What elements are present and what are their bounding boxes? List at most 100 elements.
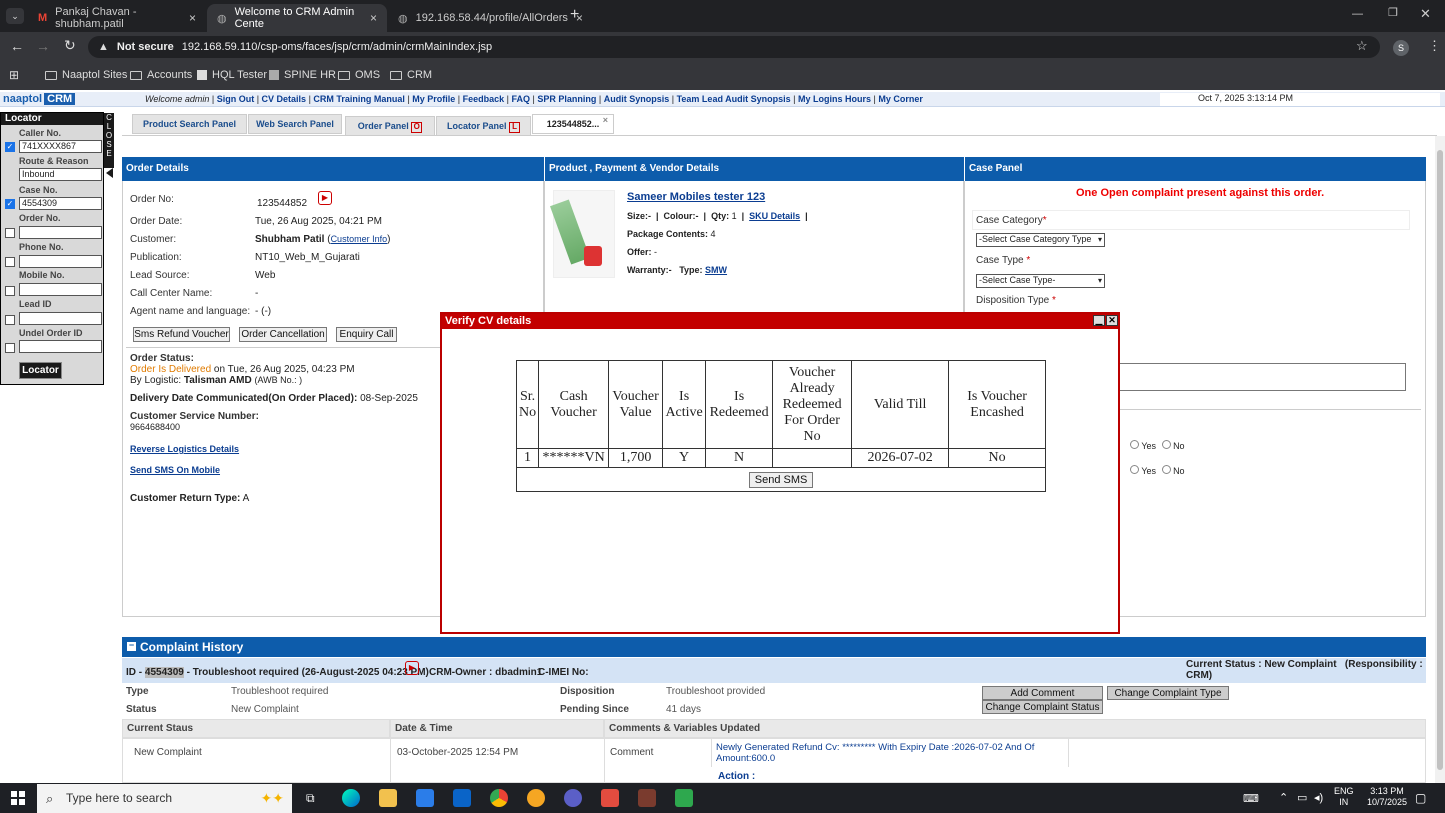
file-explorer-icon[interactable] <box>379 789 397 807</box>
system-clock[interactable]: 3:13 PM 10/7/2025 <box>1362 786 1412 808</box>
tab-order-123544852[interactable]: 123544852... × <box>532 114 614 134</box>
complaint-history-header[interactable]: − Complaint History <box>122 637 1426 657</box>
bookmark-spine-hr[interactable]: SPINE HR <box>269 69 336 81</box>
bookmark-accounts[interactable]: Accounts <box>130 69 192 81</box>
undel-order-id-checkbox[interactable] <box>5 343 15 353</box>
nav-sign-out[interactable]: Sign Out <box>217 94 255 104</box>
app-icon[interactable] <box>601 789 619 807</box>
network-icon[interactable]: ▭ <box>1297 791 1307 804</box>
order-cancellation-button[interactable]: Order Cancellation <box>239 327 327 342</box>
reload-icon[interactable]: ↻ <box>64 37 76 54</box>
nav-spr-planning[interactable]: SPR Planning <box>537 94 596 104</box>
mobile-no-checkbox[interactable] <box>5 286 15 296</box>
task-view-icon[interactable]: ⧉ <box>306 791 315 806</box>
radio-no[interactable] <box>1161 465 1171 474</box>
caller-no-checkbox[interactable]: ✓ <box>5 142 15 152</box>
tab-locator-panel[interactable]: Locator Panel L <box>436 116 531 136</box>
case-no-checkbox[interactable]: ✓ <box>5 199 15 209</box>
dialog-close-icon[interactable]: ✕ <box>1106 315 1118 326</box>
sku-details-link[interactable]: SKU Details <box>749 211 800 221</box>
minimize-icon[interactable]: — <box>1352 8 1363 20</box>
app-icon[interactable] <box>638 789 656 807</box>
close-window-icon[interactable]: ✕ <box>1420 6 1431 22</box>
windows-start-icon[interactable] <box>11 791 25 805</box>
store-icon[interactable] <box>416 789 434 807</box>
undel-order-id-input[interactable] <box>19 340 102 353</box>
nav-crm-training-manual[interactable]: CRM Training Manual <box>313 94 405 104</box>
language-indicator[interactable]: ENG IN <box>1334 786 1354 808</box>
chevron-up-icon[interactable]: ⌃ <box>1279 791 1288 804</box>
dialog-minimize-icon[interactable]: ▁ <box>1093 315 1105 326</box>
case-no-input[interactable]: 4554309 <box>19 197 102 210</box>
phone-no-input[interactable] <box>19 255 102 268</box>
volume-icon[interactable]: ◂) <box>1314 791 1323 804</box>
nav-my-logins-hours[interactable]: My Logins Hours <box>798 94 871 104</box>
tab-order-panel[interactable]: Order Panel O <box>345 116 435 136</box>
nav-my-profile[interactable]: My Profile <box>412 94 455 104</box>
close-icon[interactable]: × <box>189 11 196 25</box>
back-icon[interactable]: ← <box>10 38 24 54</box>
tab-web-search-panel[interactable]: Web Search Panel <box>248 114 342 134</box>
nav-cv-details[interactable]: CV Details <box>262 94 307 104</box>
close-icon[interactable]: × <box>370 11 377 25</box>
locator-close-bar[interactable]: C L O S E <box>104 113 114 168</box>
mobile-no-input[interactable] <box>19 283 102 296</box>
edge-icon[interactable] <box>342 789 360 807</box>
change-complaint-status-button[interactable]: Change Complaint Status <box>982 700 1103 714</box>
send-sms-button[interactable]: Send SMS <box>748 471 814 488</box>
customer-info-link[interactable]: Customer Info <box>331 234 388 244</box>
tab-close-icon[interactable]: × <box>603 111 608 129</box>
url-field[interactable]: ▲ Not secure 192.168.59.110/csp-oms/face… <box>88 36 1380 58</box>
reverse-logistics-link[interactable]: Reverse Logistics Details <box>130 444 239 454</box>
enquiry-call-button[interactable]: Enquiry Call <box>336 327 397 342</box>
tab-search-icon[interactable]: ⌄ <box>6 8 24 24</box>
browser-tab-crm[interactable]: ◍ Welcome to CRM Admin Cente × <box>207 4 387 32</box>
collapse-icon[interactable]: − <box>127 641 136 651</box>
bookmark-oms[interactable]: OMS <box>338 69 380 81</box>
order-no-checkbox[interactable] <box>5 228 15 238</box>
browser-tab-gmail[interactable]: M Pankaj Chavan - shubham.patil × <box>28 4 206 32</box>
nav-faq[interactable]: FAQ <box>512 94 531 104</box>
complaint-play-icon[interactable]: ▶ <box>405 661 419 675</box>
caller-no-input[interactable]: 741XXXX867 <box>19 140 102 153</box>
notification-icon[interactable]: ▢ <box>1415 791 1426 805</box>
phone-no-checkbox[interactable] <box>5 257 15 267</box>
case-textarea[interactable] <box>1118 363 1406 391</box>
taskbar-search-box[interactable]: ⌕ Type here to search ✦✦ <box>37 784 292 813</box>
sms-refund-voucher-button[interactable]: Sms Refund Voucher <box>133 327 230 342</box>
radio-yes[interactable] <box>1130 440 1139 449</box>
nav-my-corner[interactable]: My Corner <box>878 94 923 104</box>
bookmark-crm[interactable]: CRM <box>390 69 432 81</box>
tab-product-search-panel[interactable]: Product Search Panel <box>132 114 247 134</box>
chrome-icon[interactable] <box>490 789 508 807</box>
keyboard-icon[interactable]: ⌨ <box>1243 792 1259 805</box>
nav-audit-synopsis[interactable]: Audit Synopsis <box>604 94 670 104</box>
bookmark-naaptol-sites[interactable]: Naaptol Sites <box>45 69 127 81</box>
product-name-link[interactable]: Sameer Mobiles tester 123 <box>627 191 765 203</box>
locator-button[interactable]: Locator <box>19 362 62 379</box>
forward-icon[interactable]: → <box>36 38 50 54</box>
menu-icon[interactable]: ⋮ <box>1428 38 1441 54</box>
add-comment-button[interactable]: Add Comment <box>982 686 1103 700</box>
play-icon[interactable]: ▶ <box>318 191 332 205</box>
app-icon[interactable] <box>527 789 545 807</box>
change-complaint-type-button[interactable]: Change Complaint Type <box>1107 686 1229 700</box>
order-no-input[interactable] <box>19 226 102 239</box>
lead-id-input[interactable] <box>19 312 102 325</box>
nav-team-lead-audit-synopsis[interactable]: Team Lead Audit Synopsis <box>677 94 791 104</box>
star-icon[interactable]: ☆ <box>1356 38 1368 54</box>
app-icon[interactable] <box>675 789 693 807</box>
case-type-select[interactable]: -Select Case Type- ▾ <box>976 274 1105 288</box>
lead-id-checkbox[interactable] <box>5 315 15 325</box>
radio-yes[interactable] <box>1130 465 1139 474</box>
case-category-select[interactable]: -Select Case Category Type ▾ <box>976 233 1105 247</box>
restore-icon[interactable]: ❐ <box>1388 6 1398 19</box>
new-tab-icon[interactable]: + <box>570 6 579 24</box>
browser-tab-orders[interactable]: ◍ 192.168.58.44/profile/AllOrders × <box>388 4 583 32</box>
profile-avatar[interactable]: S <box>1393 40 1409 56</box>
nav-feedback[interactable]: Feedback <box>463 94 505 104</box>
radio-no[interactable] <box>1161 440 1171 449</box>
apps-icon[interactable]: ⊞ <box>9 68 19 82</box>
outlook-icon[interactable] <box>453 789 471 807</box>
scrollbar-thumb[interactable] <box>1437 150 1443 770</box>
